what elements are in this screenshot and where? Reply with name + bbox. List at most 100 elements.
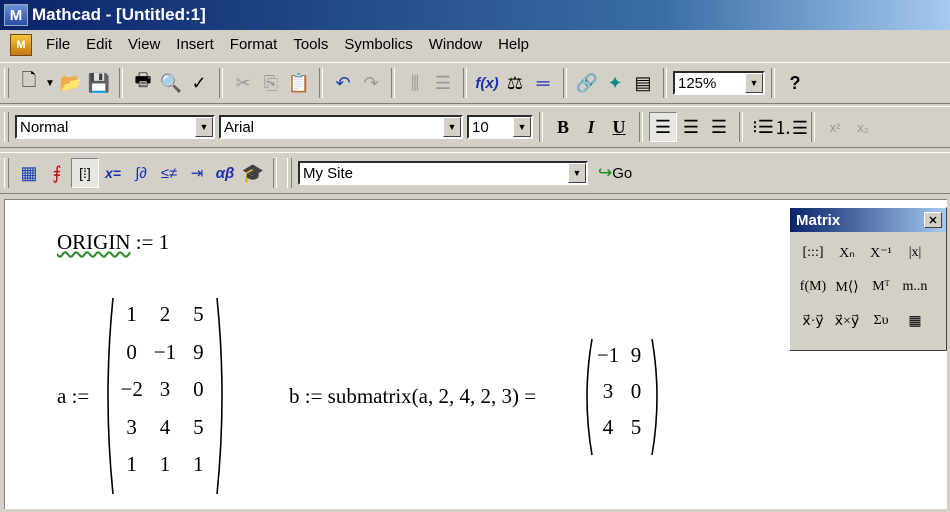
range-variable-button[interactable]: m..n — [898, 270, 932, 304]
redo-icon[interactable]: ↷ — [357, 68, 385, 98]
font-select[interactable]: Arial ▼ — [219, 115, 463, 139]
matrix-b-cell: 9 — [630, 343, 642, 367]
matrix-palette-titlebar[interactable]: Matrix ✕ — [790, 208, 946, 232]
paste-icon[interactable]: 📋 — [285, 68, 313, 98]
menu-symbolics[interactable]: Symbolics — [336, 36, 420, 53]
toolbar-grip[interactable] — [287, 158, 292, 188]
menu-window[interactable]: Window — [421, 36, 490, 53]
print-preview-icon[interactable]: 🔍 — [157, 68, 185, 98]
matrix-b-left-paren — [586, 338, 593, 456]
boolean-palette-icon[interactable]: ≤≠ — [155, 158, 183, 188]
insert-component-icon[interactable]: ✦ — [601, 68, 629, 98]
evaluation-palette-icon[interactable]: x= — [99, 158, 127, 188]
graph-palette-icon[interactable]: ⨎ — [43, 158, 71, 188]
underline-button[interactable]: U — [605, 112, 633, 142]
inverse-button[interactable]: X⁻¹ — [864, 236, 898, 270]
matrix-a-left-paren — [107, 297, 114, 495]
greek-palette-icon[interactable]: αβ — [211, 158, 239, 188]
align-down-icon[interactable]: ☰ — [429, 68, 457, 98]
matrix-column-button[interactable]: M⟨⟩ — [830, 270, 864, 304]
align-center-icon[interactable]: ☰ — [677, 112, 705, 142]
toolbar-grip[interactable] — [4, 112, 9, 142]
matrix-b-cell: 0 — [630, 379, 642, 403]
copy-icon[interactable]: ⎘ — [257, 68, 285, 98]
superscript-button[interactable]: x² — [821, 112, 849, 142]
zoom-select[interactable]: 125% ▼ — [673, 71, 765, 95]
matrix-a-cell: 3 — [159, 377, 171, 402]
matrix-a-cell: 0 — [126, 339, 137, 364]
bullets-icon[interactable]: ⁝☰ — [749, 112, 777, 142]
resource-center-icon[interactable]: ▤ — [629, 68, 657, 98]
go-button[interactable]: ↪ Go — [598, 163, 632, 183]
print-icon[interactable]: 🖶 — [129, 68, 157, 98]
style-select[interactable]: Normal ▼ — [15, 115, 215, 139]
toolbar-grip[interactable] — [4, 68, 9, 98]
menu-file[interactable]: File — [38, 36, 78, 53]
new-dropdown-icon[interactable]: ▼ — [43, 68, 57, 98]
transpose-button[interactable]: Mᵀ — [864, 270, 898, 304]
bold-button[interactable]: B — [549, 112, 577, 142]
insert-function-icon[interactable]: f(x) — [473, 68, 501, 98]
origin-definition[interactable]: ORIGIN := 1 — [57, 230, 169, 255]
toolbar-grip[interactable] — [4, 158, 9, 188]
origin-assign: := — [135, 230, 154, 254]
open-folder-icon[interactable]: 📂 — [57, 68, 85, 98]
align-right-icon[interactable]: ☰ — [705, 112, 733, 142]
undo-icon[interactable]: ↶ — [329, 68, 357, 98]
insert-unit-icon[interactable]: ⚖ — [501, 68, 529, 98]
close-icon[interactable]: ✕ — [924, 212, 942, 228]
align-across-icon[interactable]: ⫼ — [401, 68, 429, 98]
mathcad-app-icon: M — [4, 4, 28, 26]
font-size-dropdown-icon[interactable]: ▼ — [513, 117, 531, 137]
font-dropdown-icon[interactable]: ▼ — [443, 117, 461, 137]
style-dropdown-icon[interactable]: ▼ — [195, 117, 213, 137]
cut-icon[interactable]: ✂ — [229, 68, 257, 98]
font-value: Arial — [224, 118, 255, 136]
origin-name: ORIGIN — [57, 230, 131, 254]
new-document-icon[interactable]: 🗋 — [15, 68, 43, 98]
document-menu-icon[interactable]: M — [10, 33, 32, 56]
menu-format[interactable]: Format — [222, 36, 286, 53]
calculator-palette-icon[interactable]: ▦ — [15, 158, 43, 188]
b-expression[interactable]: b := submatrix(a, 2, 4, 2, 3) = — [289, 384, 536, 409]
menu-view[interactable]: View — [120, 36, 168, 53]
calculus-palette-icon[interactable]: ∫∂ — [127, 158, 155, 188]
separator — [811, 112, 815, 142]
save-icon[interactable]: 💾 — [85, 68, 113, 98]
standard-toolbar: 🗋 ▼ 📂 💾 🖶 🔍 ✓ ✂ ⎘ 📋 ↶ ↷ ⫼ ☰ f(x) ⚖ ═ 🔗 ✦… — [0, 62, 950, 104]
symbolic-palette-icon[interactable]: 🎓 — [239, 158, 267, 188]
font-size-select[interactable]: 10 ▼ — [467, 115, 533, 139]
italic-button[interactable]: I — [577, 112, 605, 142]
insert-hyperlink-icon[interactable]: 🔗 — [573, 68, 601, 98]
matrix-subscript-button[interactable]: Xₙ — [830, 236, 864, 270]
picture-button[interactable]: ▦ — [898, 304, 932, 338]
site-dropdown-icon[interactable]: ▼ — [568, 163, 586, 183]
site-select[interactable]: My Site ▼ — [298, 161, 588, 185]
vectorize-button[interactable]: f(M) — [796, 270, 830, 304]
subscript-button[interactable]: x₂ — [849, 112, 877, 142]
menu-help[interactable]: Help — [490, 36, 537, 53]
matrix-a-cell: 3 — [126, 414, 137, 439]
determinant-button[interactable]: |x| — [898, 236, 932, 270]
spell-check-icon[interactable]: ✓ — [185, 68, 213, 98]
matrix-a[interactable]: 1 2 5 0 −1 9 −2 3 0 3 4 5 1 1 1 — [101, 296, 229, 496]
cross-product-button[interactable]: x⃗×y⃗ — [830, 304, 864, 338]
insert-matrix-button[interactable]: [:::] — [796, 236, 830, 270]
calculate-icon[interactable]: ═ — [529, 68, 557, 98]
matrix-b-result[interactable]: −1 9 3 0 4 5 — [580, 337, 664, 457]
menu-tools[interactable]: Tools — [285, 36, 336, 53]
zoom-dropdown-icon[interactable]: ▼ — [745, 73, 763, 93]
dot-product-button[interactable]: x⃗·y⃗ — [796, 304, 830, 338]
align-left-icon[interactable]: ☰ — [649, 112, 677, 142]
matrix-a-cell: 2 — [159, 302, 171, 326]
programming-palette-icon[interactable]: ⇥ — [183, 158, 211, 188]
menu-insert[interactable]: Insert — [168, 36, 222, 53]
vector-sum-button[interactable]: Συ — [864, 304, 898, 338]
numbering-icon[interactable]: ⒈☰ — [774, 112, 808, 142]
matrix-a-right-paren — [216, 297, 223, 495]
help-icon[interactable]: ? — [781, 68, 809, 98]
menu-edit[interactable]: Edit — [78, 36, 120, 53]
matrix-palette: Matrix ✕ [:::] Xₙ X⁻¹ |x| f(M) M⟨⟩ Mᵀ m.… — [789, 207, 947, 351]
matrix-palette-icon[interactable]: [⁞] — [71, 158, 99, 188]
matrix-a-cell: 4 — [159, 414, 171, 439]
